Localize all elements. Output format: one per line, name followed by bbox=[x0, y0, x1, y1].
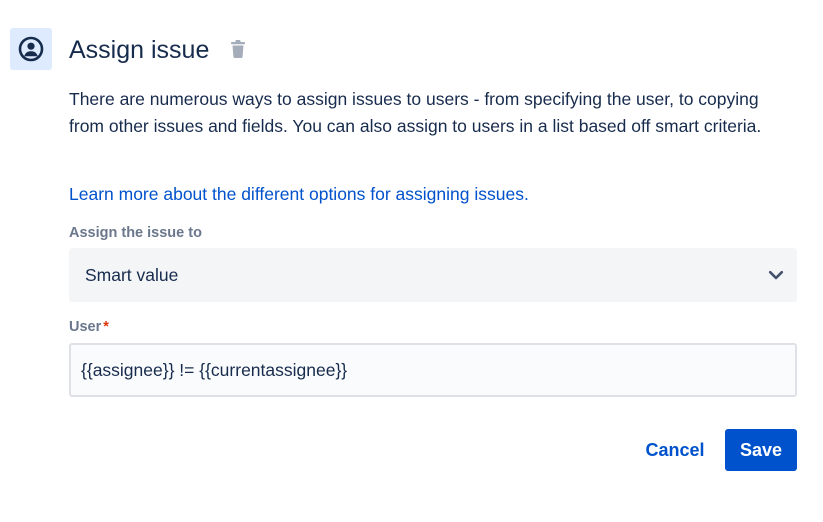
learn-more-link[interactable]: Learn more about the different options f… bbox=[69, 181, 529, 207]
user-input[interactable] bbox=[69, 343, 797, 397]
assign-select[interactable]: Smart value bbox=[69, 248, 797, 302]
assign-select-value: Smart value bbox=[85, 264, 179, 285]
description-text: There are numerous ways to assign issues… bbox=[69, 89, 762, 136]
assign-field-label: Assign the issue to bbox=[69, 225, 202, 241]
user-field-label: User * bbox=[69, 318, 109, 336]
user-label-text: User bbox=[69, 319, 102, 335]
page-title: Assign issue bbox=[69, 36, 210, 64]
component-icon-tile bbox=[10, 28, 52, 70]
save-button[interactable]: Save bbox=[725, 429, 797, 471]
required-marker: * bbox=[103, 319, 109, 335]
user-avatar-icon bbox=[18, 36, 44, 62]
cancel-button[interactable]: Cancel bbox=[633, 429, 717, 471]
trash-icon[interactable] bbox=[229, 39, 247, 59]
chevron-down-icon bbox=[768, 270, 784, 280]
